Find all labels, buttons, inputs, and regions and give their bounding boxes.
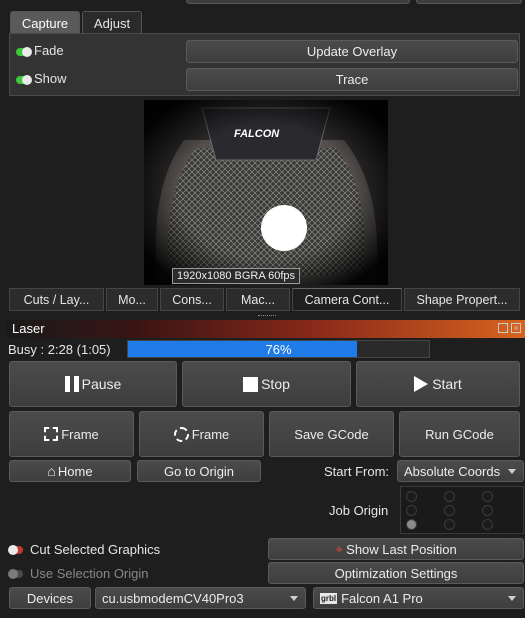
camera-preview[interactable]: FALCON [144, 100, 388, 285]
show-last-position-button[interactable]: ⌖ Show Last Position [268, 538, 524, 560]
origin-center[interactable] [444, 505, 455, 516]
pause-icon [64, 376, 79, 392]
update-overlay-button[interactable]: Update Overlay [186, 40, 518, 63]
camera-info-tooltip: 1920x1080 BGRA 60fps [172, 268, 301, 284]
port-value: cu.usbmodemCV40Pro3 [102, 590, 244, 606]
show-label: Show [34, 71, 67, 86]
origin-middle-left[interactable] [406, 505, 417, 516]
frame-circle-button[interactable]: Frame [139, 411, 264, 457]
trace-button[interactable]: Trace [186, 68, 518, 91]
origin-top-right[interactable] [482, 491, 493, 502]
pause-button[interactable]: Pause [9, 361, 177, 407]
tab-move[interactable]: Mo... [106, 288, 158, 311]
cut-selected-toggle[interactable] [8, 545, 23, 555]
tab-cuts-layers[interactable]: Cuts / Lay... [9, 288, 104, 311]
show-last-position-label: Show Last Position [346, 541, 457, 557]
show-toggle[interactable] [16, 75, 32, 85]
top-toolbar-button-2[interactable] [416, 0, 522, 4]
home-button[interactable]: ⌂ Home [9, 460, 131, 482]
origin-top-left[interactable] [406, 491, 417, 502]
home-label: Home [57, 463, 93, 479]
optimization-settings-button[interactable]: Optimization Settings [268, 562, 524, 584]
device-value: Falcon A1 Pro [341, 590, 423, 606]
stop-button[interactable]: Stop [182, 361, 351, 407]
origin-top-center[interactable] [444, 491, 455, 502]
start-from-label: Start From: [324, 464, 390, 479]
chevron-down-icon [508, 469, 516, 474]
stop-label: Stop [261, 376, 290, 392]
close-icon[interactable]: × [511, 323, 521, 333]
frame-rect-icon [44, 427, 59, 441]
frame-button[interactable]: Frame [9, 411, 134, 457]
go-to-origin-button[interactable]: Go to Origin [137, 460, 261, 482]
play-icon [414, 376, 429, 392]
origin-middle-right[interactable] [482, 505, 493, 516]
tab-capture[interactable]: Capture [10, 11, 80, 34]
start-label: Start [432, 376, 462, 392]
tab-adjust[interactable]: Adjust [82, 11, 142, 34]
frame-circle-icon [173, 426, 189, 442]
start-button[interactable]: Start [356, 361, 520, 407]
splitter-handle[interactable] [258, 315, 276, 318]
frame-circle-label: Frame [191, 426, 230, 442]
progress-bar: 76% [127, 340, 430, 358]
chevron-down-icon [290, 596, 298, 601]
tab-console[interactable]: Cons... [160, 288, 224, 311]
tab-machine[interactable]: Mac... [226, 288, 290, 311]
start-from-select[interactable]: Absolute Coords [397, 460, 524, 482]
chevron-down-icon [508, 596, 516, 601]
pause-label: Pause [81, 376, 122, 392]
fade-label: Fade [34, 43, 64, 58]
device-select[interactable]: grbl Falcon A1 Pro [313, 587, 524, 609]
origin-bottom-center[interactable] [444, 519, 455, 530]
tab-shape-properties[interactable]: Shape Propert... [404, 288, 520, 311]
crosshair-icon: ⌖ [335, 540, 344, 557]
busy-status: Busy : 2:28 (1:05) [8, 342, 111, 357]
top-toolbar-button[interactable] [186, 0, 410, 4]
use-selection-origin-toggle[interactable] [8, 569, 23, 579]
laser-title: Laser [12, 321, 45, 336]
stop-icon [243, 376, 259, 392]
start-from-value: Absolute Coords [404, 463, 501, 479]
port-select[interactable]: cu.usbmodemCV40Pro3 [95, 587, 306, 609]
grbl-logo-icon: grbl [320, 592, 338, 604]
job-origin-label: Job Origin [329, 503, 389, 518]
devices-button[interactable]: Devices [9, 587, 91, 609]
cut-selected-label: Cut Selected Graphics [30, 542, 161, 557]
origin-bottom-left[interactable] [406, 519, 417, 530]
progress-text: 76% [265, 341, 292, 357]
laser-title-bar [6, 320, 525, 338]
brand-logo: FALCON [234, 128, 280, 140]
fade-toggle[interactable] [16, 47, 32, 57]
float-icon[interactable] [498, 323, 508, 333]
origin-bottom-right[interactable] [482, 519, 493, 530]
tab-camera-control[interactable]: Camera Cont... [292, 288, 402, 311]
use-selection-origin-label: Use Selection Origin [30, 566, 149, 581]
frame-label: Frame [61, 426, 99, 442]
home-icon: ⌂ [47, 463, 56, 479]
job-origin-grid[interactable] [400, 486, 524, 534]
save-gcode-button[interactable]: Save GCode [269, 411, 394, 457]
run-gcode-button[interactable]: Run GCode [399, 411, 520, 457]
